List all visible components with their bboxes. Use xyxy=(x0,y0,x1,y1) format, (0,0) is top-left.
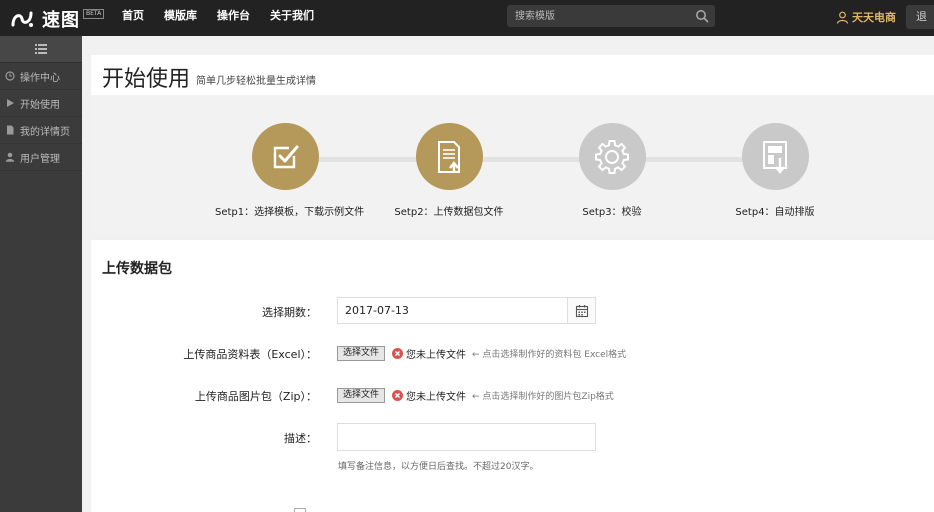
sidebar-item-getting-started[interactable]: 开始使用 xyxy=(0,90,82,117)
nav-console[interactable]: 操作台 xyxy=(217,0,250,36)
agreement-checkbox[interactable] xyxy=(294,508,306,512)
step-3-label: Setp3：校验 xyxy=(582,207,642,218)
page-header: 开始使用 简单几步轻松批量生成详情 xyxy=(91,55,934,95)
zip-choose-file-button[interactable]: 选择文件 xyxy=(337,388,386,403)
page-title: 开始使用 xyxy=(102,67,191,92)
sidebar-toggle[interactable] xyxy=(0,36,82,63)
step-4: Setp4：自动排版 xyxy=(705,123,845,218)
user-icon xyxy=(836,11,849,24)
layout-download-icon xyxy=(763,140,787,174)
error-icon xyxy=(392,390,404,401)
sidebar-item-operation-center[interactable]: 操作中心 xyxy=(0,63,82,90)
step-2: Setp2：上传数据包文件 xyxy=(379,123,519,218)
user-menu[interactable]: 天天电商 xyxy=(836,9,896,25)
date-picker xyxy=(337,297,596,324)
sidebar-item-my-details[interactable]: 我的详情页 xyxy=(0,117,82,144)
zip-file-status: 您未上传文件 xyxy=(406,392,467,403)
clock-icon xyxy=(5,71,15,81)
calendar-icon xyxy=(575,304,588,317)
logout-button[interactable]: 退 xyxy=(906,5,934,29)
calendar-button[interactable] xyxy=(567,298,595,323)
gear-icon xyxy=(595,139,629,174)
upload-document-icon xyxy=(438,140,460,173)
step-3: Setp3：校验 xyxy=(542,123,682,218)
progress-steps: Setp1：选择模板，下载示例文件 Setp2：上传数据包文件 Setp3：校验… xyxy=(91,95,934,235)
top-navbar: 速图 BETA 首页 模版库 操作台 关于我们 天天电商 退 xyxy=(0,0,934,36)
play-icon xyxy=(7,99,14,107)
error-icon xyxy=(392,348,404,359)
section-title: 上传数据包 xyxy=(102,261,172,277)
step-2-label: Setp2：上传数据包文件 xyxy=(394,207,504,218)
menu-icon xyxy=(35,44,47,54)
brand-name: 速图 xyxy=(42,10,80,31)
document-icon xyxy=(7,125,14,135)
search-bar xyxy=(507,5,715,27)
user-name: 天天电商 xyxy=(852,11,896,24)
sidebar-item-label: 我的详情页 xyxy=(20,126,70,138)
zip-label: 上传商品图片包（Zip）： xyxy=(194,390,317,403)
sidebar-item-user-management[interactable]: 用户管理 xyxy=(0,144,82,171)
sidebar-item-label: 操作中心 xyxy=(20,72,60,84)
zip-upload-row: 选择文件 您未上传文件 ← 点击选择制作好的图片包Zip格式 xyxy=(337,388,614,403)
date-label: 选择期数： xyxy=(262,306,317,319)
step-2-circle xyxy=(415,123,483,190)
zip-file-hint: ← 点击选择制作好的图片包Zip格式 xyxy=(472,392,614,402)
step-1-label: Setp1：选择模板，下载示例文件 xyxy=(215,207,365,218)
nav-templates[interactable]: 模版库 xyxy=(164,0,197,36)
step-1: Setp1：选择模板，下载示例文件 xyxy=(215,123,365,218)
excel-file-hint: ← 点击选择制作好的资料包 Excel格式 xyxy=(472,350,627,360)
step-1-circle xyxy=(251,123,319,190)
sidebar-item-label: 开始使用 xyxy=(20,99,60,111)
excel-file-status: 您未上传文件 xyxy=(406,350,467,361)
description-label: 描述： xyxy=(284,432,317,445)
step-3-circle xyxy=(578,123,646,190)
beta-badge: BETA xyxy=(83,9,105,19)
logo-icon xyxy=(11,11,33,27)
excel-upload-row: 选择文件 您未上传文件 ← 点击选择制作好的资料包 Excel格式 xyxy=(337,346,626,361)
description-input[interactable] xyxy=(338,424,595,450)
excel-choose-file-button[interactable]: 选择文件 xyxy=(337,346,386,361)
main-nav: 首页 模版库 操作台 关于我们 xyxy=(122,0,334,36)
nav-home[interactable]: 首页 xyxy=(122,0,144,36)
logo[interactable]: 速图 BETA xyxy=(10,6,105,32)
main-content: 开始使用 简单几步轻松批量生成详情 Setp1：选择模板，下载示例文件 Setp… xyxy=(91,55,934,512)
step-4-circle xyxy=(741,123,809,190)
steps-connector xyxy=(286,157,776,162)
description-box xyxy=(337,423,596,451)
page-subtitle: 简单几步轻松批量生成详情 xyxy=(196,76,316,87)
step-4-label: Setp4：自动排版 xyxy=(735,207,815,218)
sidebar-item-label: 用户管理 xyxy=(20,153,60,165)
upload-form: 上传数据包 选择期数： 上传商品资料表（Excel）： 选择文件 xyxy=(91,240,934,512)
checkbox-icon xyxy=(273,145,299,168)
description-hint: 填写备注信息，以方便日后查找。不超过20汉字。 xyxy=(338,462,539,472)
excel-label: 上传商品资料表（Excel）： xyxy=(183,348,317,361)
search-icon[interactable] xyxy=(695,9,709,23)
search-input[interactable] xyxy=(507,5,692,27)
nav-about[interactable]: 关于我们 xyxy=(270,0,314,36)
date-input[interactable] xyxy=(338,298,568,323)
sidebar: 操作中心 开始使用 我的详情页 用户管理 xyxy=(0,36,82,512)
user-icon xyxy=(5,152,15,162)
